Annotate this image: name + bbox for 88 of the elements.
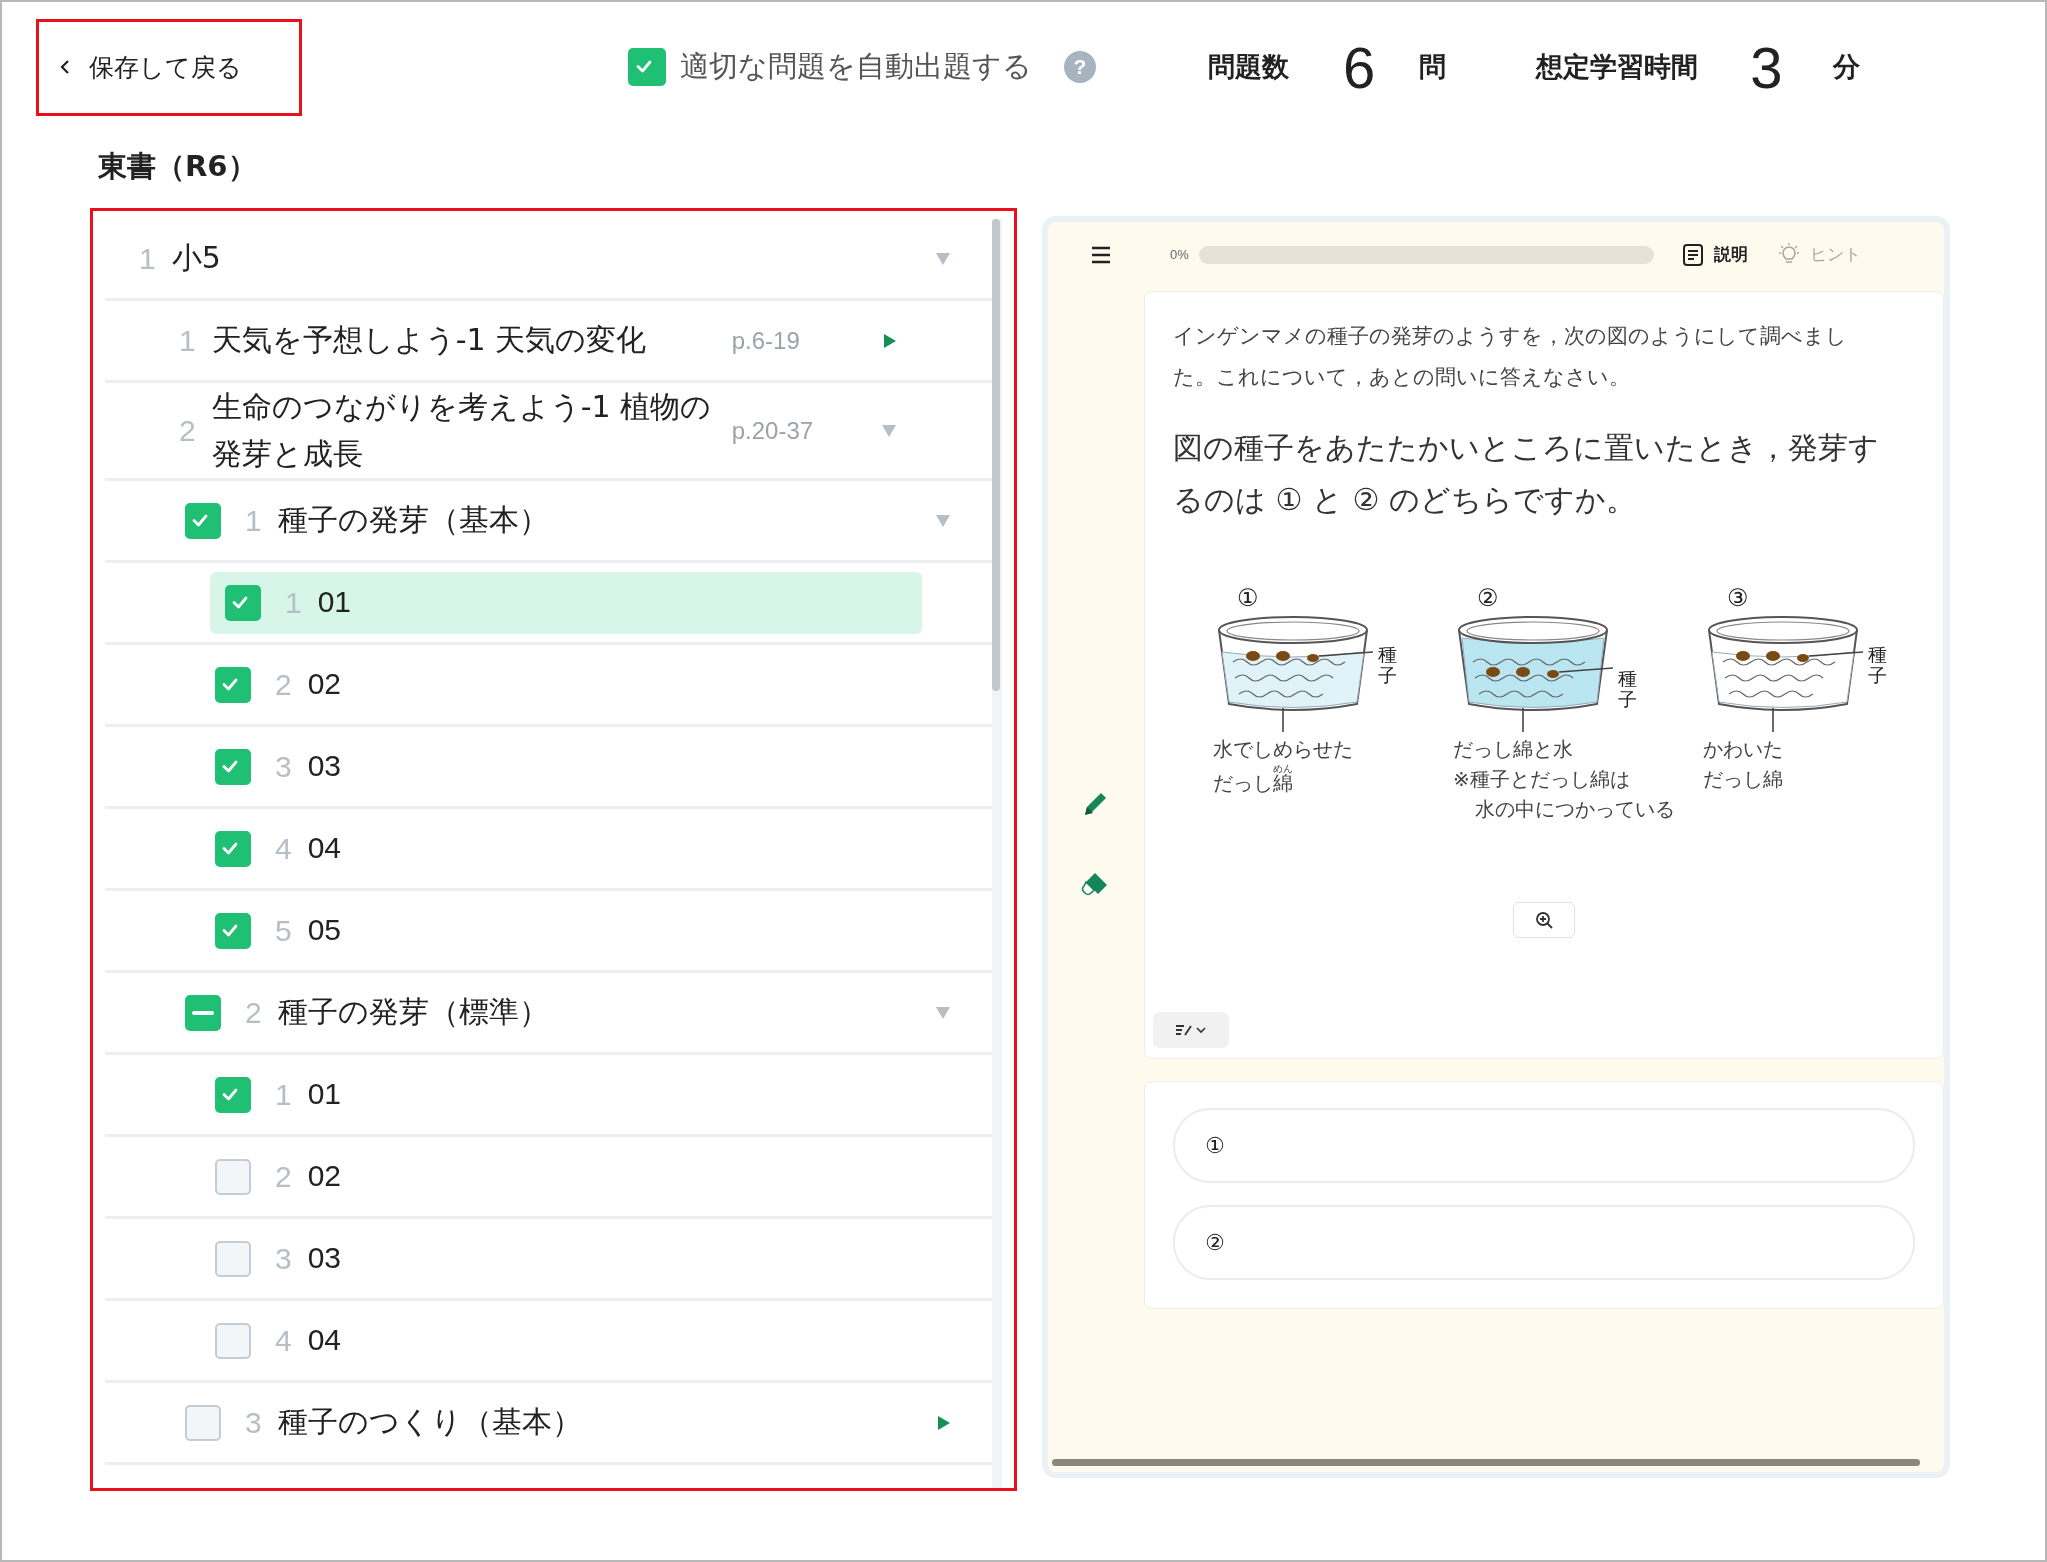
page-range: p.20-37 <box>731 416 815 445</box>
auto-select-checkbox[interactable]: 適切な問題を自動出題する <box>628 47 1032 87</box>
collapse-arrow-icon[interactable] <box>936 514 950 527</box>
stat-value: 6 <box>1343 33 1376 101</box>
caption-text: だっし綿 めん <box>1213 764 1294 797</box>
zoom-button[interactable] <box>1513 902 1575 938</box>
checkbox[interactable] <box>185 1404 221 1441</box>
item-number: 3 <box>275 1241 292 1276</box>
caption-text: 水の中につかっている <box>1474 796 1675 823</box>
item-label: 03 <box>307 748 343 785</box>
figure-number: ① <box>1237 584 1260 612</box>
format-dropdown-button[interactable] <box>1153 1012 1229 1048</box>
item-number: 3 <box>275 749 292 784</box>
document-icon <box>1681 242 1704 267</box>
checkbox[interactable] <box>215 830 251 867</box>
stat-unit: 問 <box>1419 50 1447 84</box>
item-number: 2 <box>179 413 196 448</box>
item-number: 1 <box>139 241 156 276</box>
menu-icon[interactable] <box>1090 244 1112 265</box>
answer-option[interactable]: ② <box>1173 1205 1915 1280</box>
item-label: 04 <box>307 1322 343 1359</box>
question-prompt: 図の種子をあたたかいところに置いたとき，発芽するのは ① と ② のどちらですか。 <box>1173 429 1880 519</box>
item-label: 02 <box>307 666 343 703</box>
item-label: 03 <box>307 1240 343 1277</box>
scrollbar-thumb[interactable] <box>1052 1459 1920 1466</box>
text-edit-icon <box>1175 1022 1207 1038</box>
item-number: 3 <box>245 1405 262 1440</box>
item-label: 天気を予想しよう-1 天気の変化 <box>211 321 648 360</box>
item-number: 2 <box>275 1159 292 1194</box>
item-label: 02 <box>307 1158 343 1195</box>
stat-label: 問題数 <box>1208 50 1289 84</box>
expand-arrow-icon[interactable] <box>938 1415 950 1430</box>
item-label: 種子のつくり（基本） <box>277 1403 583 1442</box>
checkbox[interactable] <box>215 1322 251 1359</box>
textbook-title: 東書（R6） <box>97 148 258 185</box>
seed-label: 種子 <box>1618 668 1637 710</box>
caption-text: かわいた <box>1703 736 1784 763</box>
item-number: 5 <box>275 913 292 948</box>
item-number: 1 <box>179 323 196 358</box>
item-number: 2 <box>245 995 262 1030</box>
item-number: 1 <box>275 1077 292 1112</box>
checkbox[interactable] <box>215 1158 251 1195</box>
checkbox[interactable] <box>215 912 251 949</box>
caption-text: 水でしめらせた <box>1213 736 1354 763</box>
question-intro: インゲンマメの種子の発芽のようすを，次の図のようにして調べました。これについて，あとの問いに答えなさい。 <box>1173 323 1848 391</box>
item-label: 小5 <box>171 239 222 278</box>
item-label: 生命のつながりを考えよう-1 植物の発芽と成長 <box>211 388 713 473</box>
stat-label: 想定学習時間 <box>1536 50 1699 84</box>
item-label: 01 <box>317 584 353 621</box>
item-number: 4 <box>275 831 292 866</box>
collapse-arrow-icon[interactable] <box>881 424 896 437</box>
collapse-arrow-icon[interactable] <box>936 1006 950 1019</box>
seed-label: 種子 <box>1378 644 1397 686</box>
item-label: 種子の発芽（標準） <box>277 993 550 1032</box>
figure-number: ③ <box>1727 584 1750 612</box>
item-number: 1 <box>245 503 262 538</box>
item-label: 05 <box>307 912 343 949</box>
collapse-arrow-icon[interactable] <box>936 252 950 265</box>
seed-label: 種子 <box>1868 644 1887 686</box>
figure-number: ② <box>1477 584 1500 612</box>
item-number: 2 <box>275 667 292 702</box>
checkbox[interactable] <box>215 748 251 785</box>
chevron-left-icon <box>59 59 71 75</box>
checkbox[interactable] <box>215 666 251 703</box>
back-button[interactable]: 保存して戻る <box>55 46 246 88</box>
item-label: 種子の発芽（基本） <box>277 501 550 540</box>
item-label: 04 <box>307 830 343 867</box>
checkbox[interactable] <box>225 584 261 621</box>
answer-option[interactable]: ① <box>1173 1108 1915 1183</box>
caption-text: だっし綿 <box>1703 766 1784 793</box>
caption-text: ※種子とだっし綿は <box>1453 766 1631 793</box>
item-number: 4 <box>275 1323 292 1358</box>
checkbox[interactable] <box>215 1076 251 1113</box>
checkbox[interactable] <box>628 48 666 86</box>
explanation-button[interactable]: 説明 <box>1681 242 1748 267</box>
stat-unit: 分 <box>1832 50 1860 84</box>
checkbox[interactable] <box>185 994 221 1031</box>
stat-value: 3 <box>1750 33 1783 101</box>
progress-label: 0% <box>1170 247 1189 262</box>
checkbox[interactable] <box>185 502 221 539</box>
page-range: p.6-19 <box>731 326 801 355</box>
expand-arrow-icon[interactable] <box>883 333 896 348</box>
item-label: 01 <box>307 1076 343 1113</box>
auto-select-label: 適切な問題を自動出題する <box>680 48 1032 85</box>
zoom-in-icon <box>1535 911 1553 929</box>
checkbox[interactable] <box>215 1240 251 1277</box>
caption-text: だっし綿と水 <box>1453 736 1574 763</box>
scrollbar-thumb[interactable] <box>992 219 1000 691</box>
